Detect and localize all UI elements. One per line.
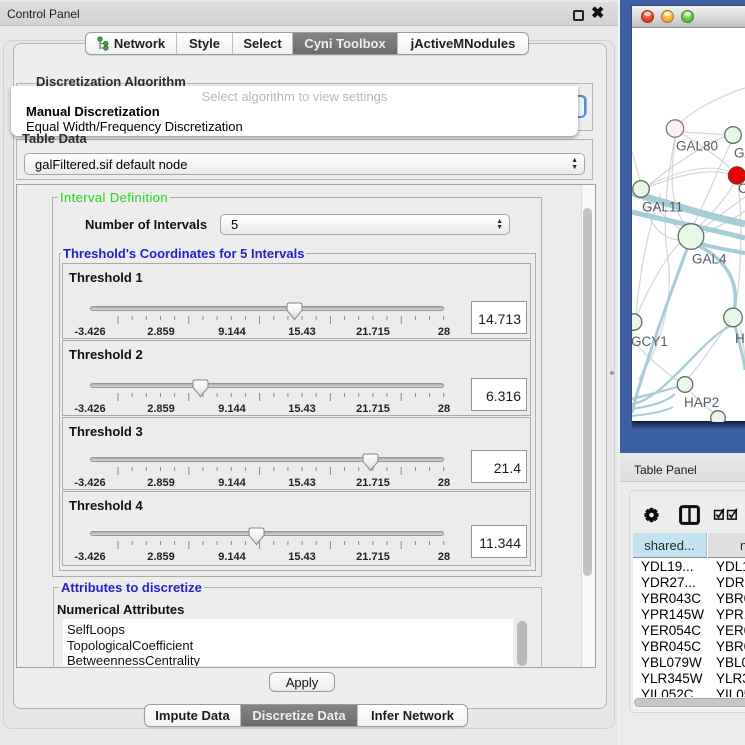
- svg-text:GAL4: GAL4: [692, 252, 727, 267]
- svg-text:GAL7: GAL7: [734, 146, 745, 161]
- svg-text:GAL11: GAL11: [642, 200, 683, 215]
- svg-text:HI: HI: [735, 331, 745, 346]
- svg-text:CY: CY: [738, 181, 745, 196]
- svg-text:GCY1: GCY1: [632, 334, 668, 349]
- svg-text:GAL80: GAL80: [676, 139, 718, 154]
- svg-text:HAP2: HAP2: [684, 395, 719, 410]
